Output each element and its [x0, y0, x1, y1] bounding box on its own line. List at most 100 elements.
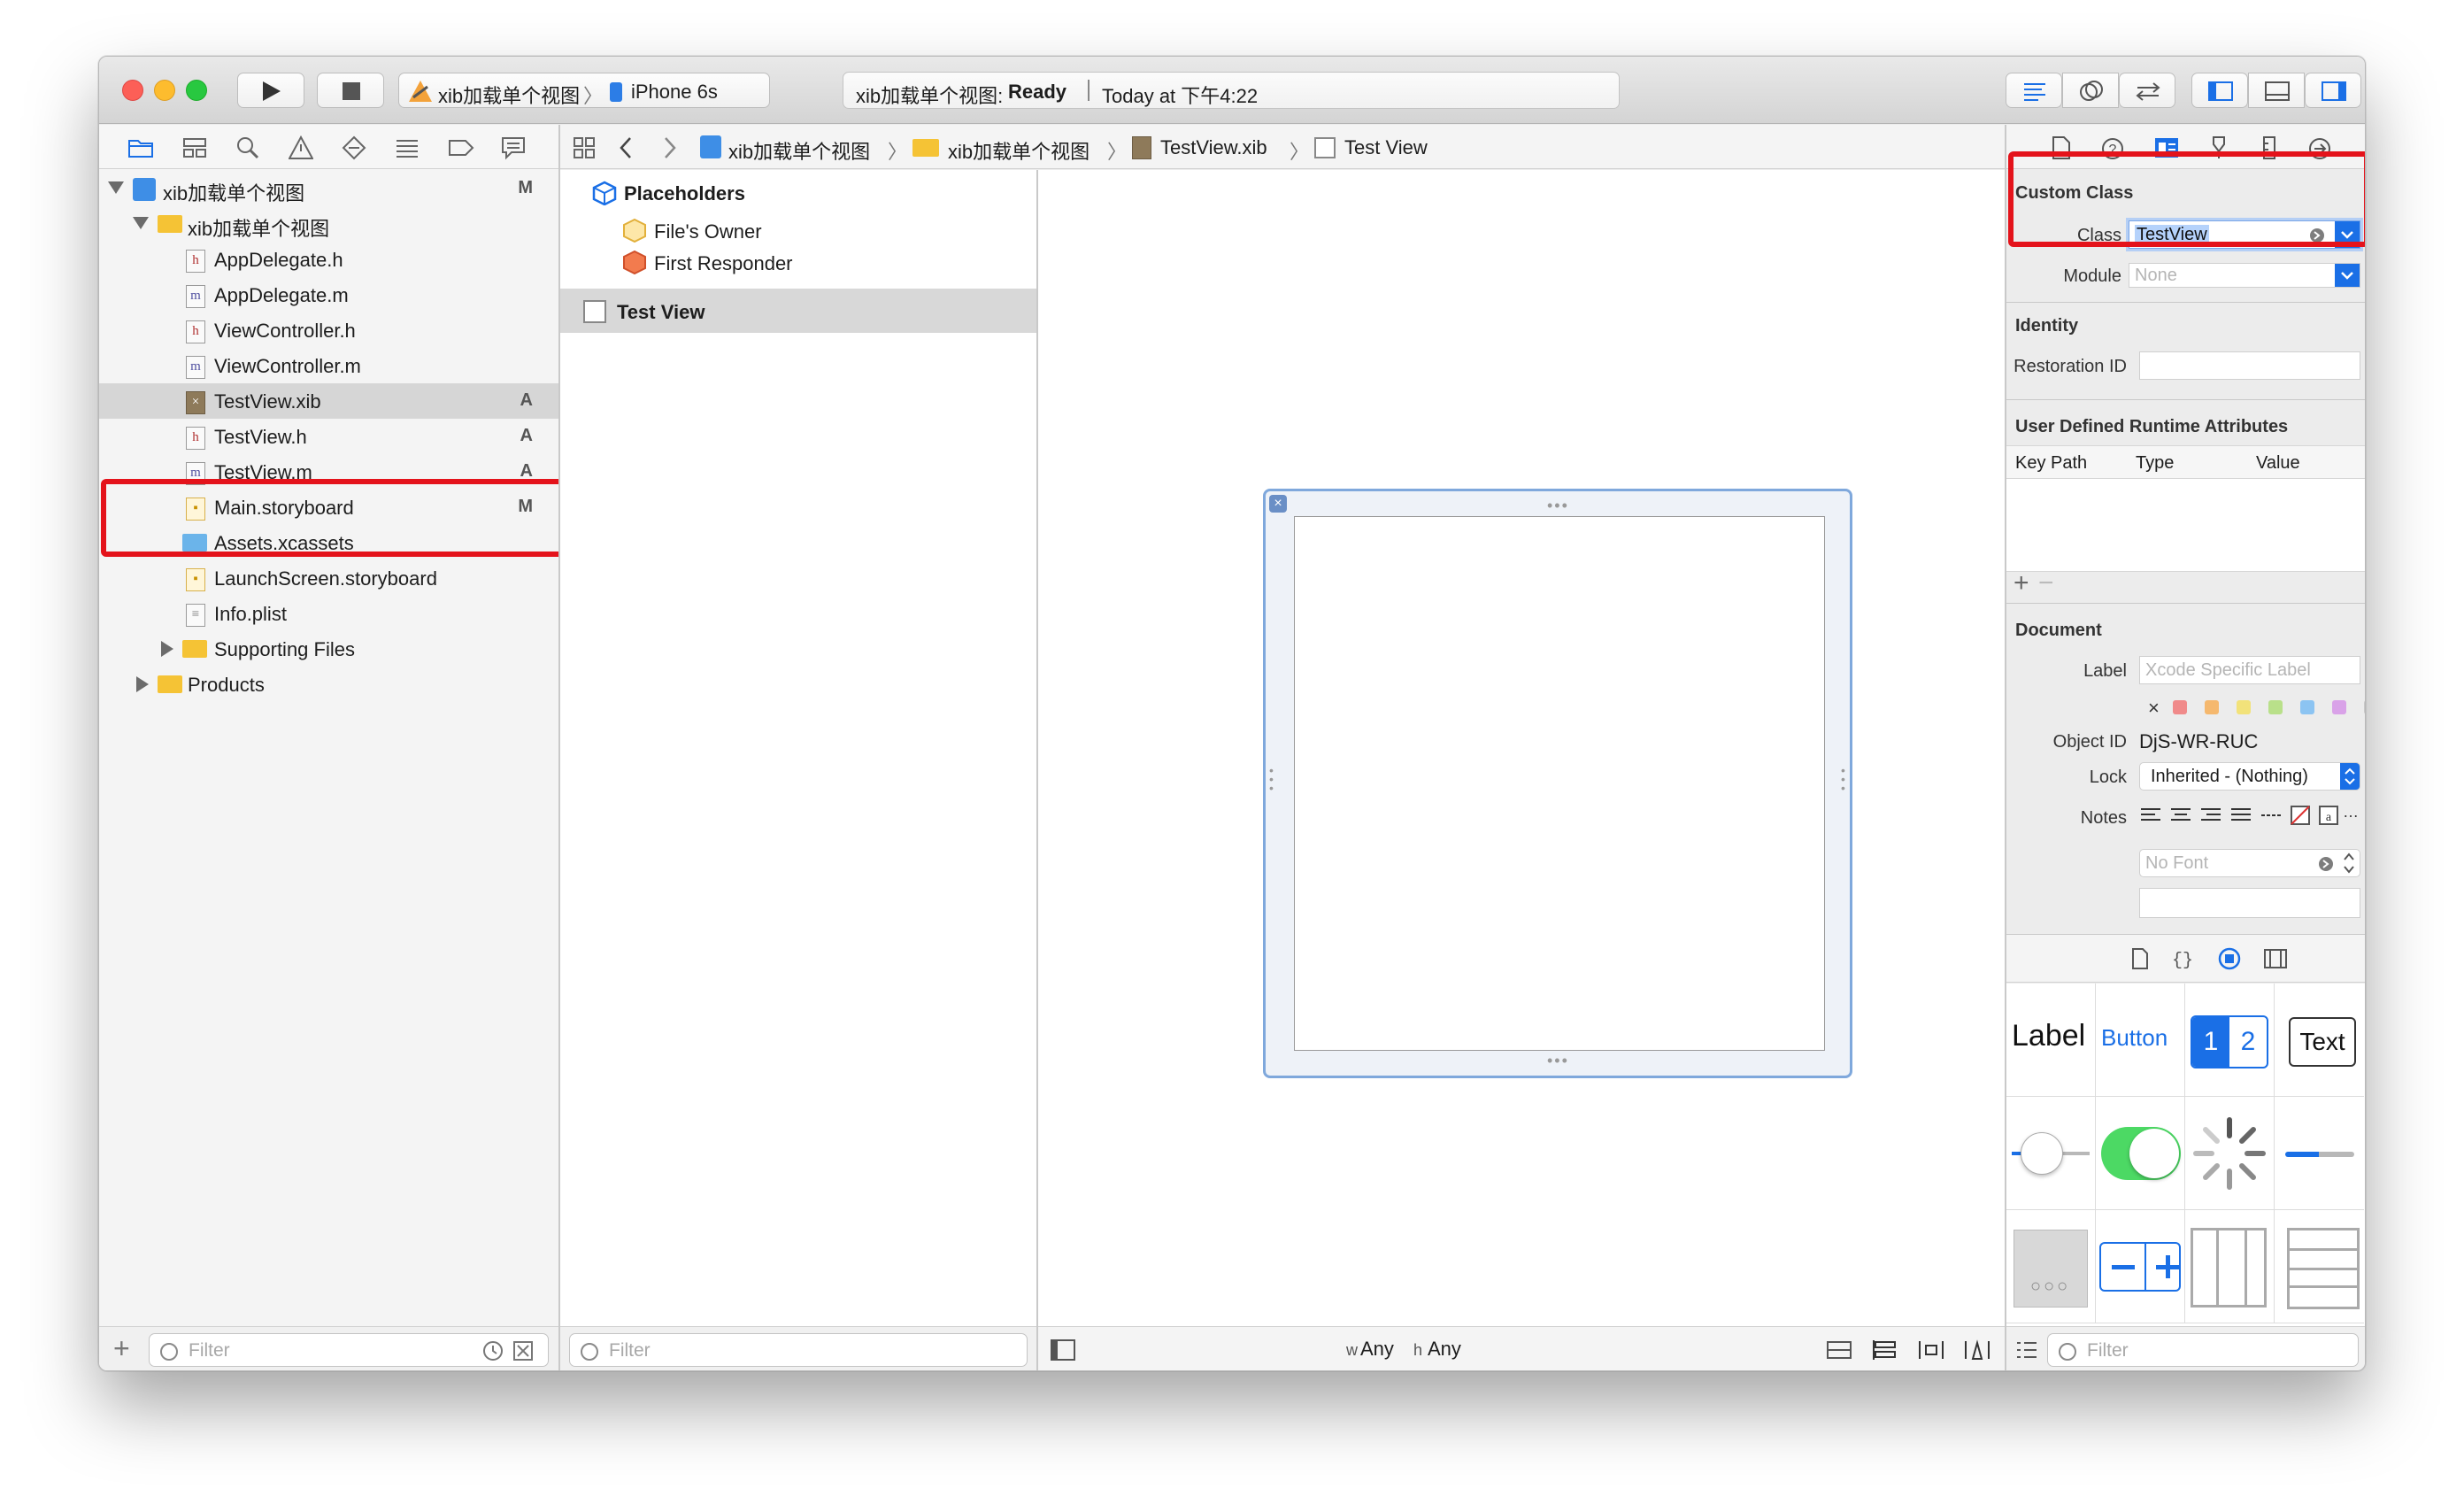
font-size-stepper-icon[interactable] — [2342, 850, 2356, 876]
more-options-icon[interactable]: … — [2343, 803, 2359, 822]
test-view-scene[interactable]: × ••• ••• • • • • • • — [1263, 489, 1852, 1078]
tree-row-group[interactable]: xib加载单个视图 — [99, 206, 559, 242]
update-frames-icon[interactable] — [1826, 1339, 1852, 1361]
text-format-icon[interactable]: a — [2318, 805, 2339, 826]
size-class-height[interactable]: Any — [1428, 1338, 1461, 1361]
tree-row-file[interactable]: h ViewController.h — [99, 312, 559, 348]
library-item-segmented-control[interactable]: 1 2 — [2185, 984, 2275, 1097]
library-item-table-partial[interactable] — [2275, 1210, 2364, 1323]
related-items-grid-icon[interactable] — [573, 136, 596, 159]
media-library-icon[interactable] — [2263, 947, 2288, 970]
library-filter-input[interactable]: Filter — [2047, 1333, 2359, 1367]
code-snippet-braces-icon[interactable]: {} — [2171, 947, 2194, 970]
library-item-progress-partial[interactable] — [2275, 1097, 2364, 1210]
debug-gauge-icon[interactable] — [395, 137, 420, 158]
uda-col-type[interactable]: Type — [2136, 453, 2174, 474]
breakpoint-icon[interactable] — [448, 137, 474, 158]
align-center-icon[interactable] — [2169, 806, 2192, 824]
add-icon[interactable]: + — [113, 1332, 130, 1365]
align-justify-icon[interactable] — [2229, 806, 2252, 824]
outline-placeholders[interactable]: Placeholders — [624, 182, 745, 205]
doc-label-field[interactable]: Xcode Specific Label — [2139, 656, 2360, 684]
resize-handle-right[interactable]: • • • — [1841, 764, 1846, 794]
outline-filter-input[interactable]: Filter — [569, 1333, 1028, 1367]
assistant-editor-button[interactable] — [2062, 73, 2119, 108]
tree-row-file[interactable]: h AppDelegate.h — [99, 242, 559, 277]
disclosure-triangle-closed[interactable] — [161, 641, 173, 657]
library-item-stepper[interactable] — [2096, 1210, 2185, 1323]
crumb-project[interactable]: xib加载单个视图 — [728, 136, 870, 165]
align-left-icon[interactable] — [2139, 806, 2162, 824]
uda-col-value[interactable]: Value — [2256, 453, 2300, 474]
align-right-icon[interactable] — [2199, 806, 2222, 824]
recent-clock-icon[interactable] — [482, 1340, 504, 1362]
test-diamond-icon[interactable] — [342, 135, 366, 160]
tree-row-file-selected[interactable]: × TestView.xib A — [99, 383, 559, 419]
tree-row-group[interactable]: Supporting Files — [99, 631, 559, 667]
outline-row-selected[interactable]: Test View — [560, 289, 1036, 333]
version-editor-button[interactable] — [2119, 73, 2175, 108]
no-color-x-icon[interactable]: × — [2148, 697, 2160, 720]
test-view-content[interactable] — [1294, 516, 1825, 1051]
toggle-navigator-button[interactable] — [2191, 73, 2248, 108]
font-field[interactable]: No Font — [2139, 849, 2360, 877]
crumb-group[interactable]: xib加载单个视图 — [948, 136, 1090, 165]
library-item-button[interactable]: Button — [2096, 984, 2185, 1097]
toggle-utilities-button[interactable] — [2305, 73, 2361, 108]
forward-arrow-icon[interactable] — [661, 135, 679, 160]
library-item-textfield-partial[interactable]: Text — [2275, 984, 2364, 1097]
report-bubble-icon[interactable] — [501, 135, 526, 160]
library-item-switch[interactable] — [2096, 1097, 2185, 1210]
disclosure-triangle-open[interactable] — [133, 217, 149, 229]
zoom-window-button[interactable] — [186, 80, 207, 101]
tree-row-file[interactable]: ▪ LaunchScreen.storyboard — [99, 560, 559, 596]
no-color-icon[interactable] — [2290, 805, 2311, 826]
library-item-label[interactable]: Label — [2006, 984, 2096, 1097]
module-dropdown-button[interactable] — [2335, 264, 2360, 287]
object-library-icon[interactable] — [2217, 946, 2242, 971]
scheme-selector[interactable]: xib加载单个视图 〉 iPhone 6s — [398, 73, 770, 108]
symbol-navigator-icon[interactable] — [182, 137, 207, 158]
disclosure-triangle-open[interactable] — [108, 181, 124, 194]
back-arrow-icon[interactable] — [617, 135, 635, 160]
resolve-autolayout-icon[interactable] — [1964, 1339, 1990, 1361]
minimize-window-button[interactable] — [154, 80, 175, 101]
restoration-id-field[interactable] — [2139, 351, 2360, 380]
color-swatch-blue[interactable] — [2300, 700, 2314, 714]
library-item-slider[interactable] — [2006, 1097, 2096, 1210]
outline-first-responder[interactable]: First Responder — [654, 252, 793, 275]
tree-row-file[interactable]: h TestView.h A — [99, 419, 559, 454]
toggle-outline-icon[interactable] — [1051, 1339, 1075, 1361]
close-window-button[interactable] — [122, 80, 143, 101]
warning-icon[interactable] — [289, 135, 313, 160]
library-item-activity-indicator[interactable] — [2185, 1097, 2275, 1210]
run-button[interactable] — [237, 73, 304, 108]
module-field[interactable]: None — [2129, 263, 2360, 288]
navigator-filter-input[interactable]: Filter — [149, 1333, 549, 1367]
color-swatch-green[interactable] — [2268, 700, 2283, 714]
folder-navigator-icon[interactable] — [127, 137, 154, 158]
interface-builder-canvas[interactable]: × ••• ••• • • • • • • — [1038, 170, 2005, 1326]
notes-text-area[interactable] — [2139, 888, 2360, 918]
color-swatch-orange[interactable] — [2205, 700, 2219, 714]
font-picker-icon[interactable] — [2317, 855, 2335, 873]
tree-row-file[interactable]: m ViewController.m — [99, 348, 559, 383]
uda-col-keypath[interactable]: Key Path — [2015, 453, 2087, 474]
color-swatch-yellow[interactable] — [2237, 700, 2251, 714]
file-template-icon[interactable] — [2130, 947, 2150, 970]
lock-popup[interactable]: Inherited - (Nothing) — [2139, 762, 2360, 791]
stack-view-icon[interactable] — [1872, 1339, 1898, 1361]
color-swatch-red[interactable] — [2173, 700, 2187, 714]
align-natural-icon[interactable] — [2260, 806, 2283, 824]
tree-row-group[interactable]: Products — [99, 667, 559, 702]
toggle-debug-button[interactable] — [2248, 73, 2305, 108]
list-view-toggle-icon[interactable] — [2015, 1340, 2038, 1360]
tree-row-project[interactable]: xib加载单个视图 M — [99, 171, 559, 206]
resize-handle-top[interactable]: ••• — [1547, 497, 1569, 515]
outline-files-owner[interactable]: File's Owner — [654, 220, 762, 243]
uda-table-body[interactable] — [2006, 479, 2365, 571]
add-attribute-icon[interactable]: + — [2014, 568, 2029, 598]
color-swatch-gray[interactable] — [2364, 700, 2365, 714]
scene-close-icon[interactable]: × — [1269, 495, 1287, 513]
disclosure-triangle-closed[interactable] — [136, 676, 149, 692]
